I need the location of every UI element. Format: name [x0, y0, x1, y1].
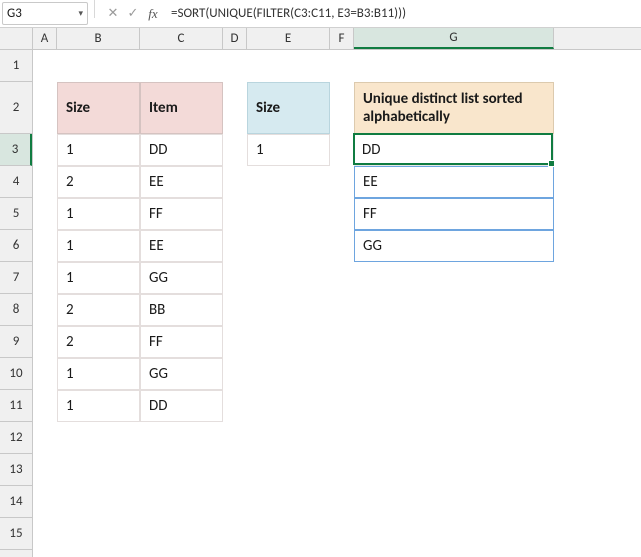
cell-B4[interactable]: 2 [57, 166, 140, 198]
col-header-D[interactable]: D [223, 28, 247, 49]
cell-G4[interactable]: EE [354, 166, 554, 198]
cell-C7[interactable]: GG [140, 262, 223, 294]
column-headers: ABCDEFG [33, 28, 641, 50]
row-header-13[interactable]: 13 [0, 454, 32, 486]
row-header-5[interactable]: 5 [0, 198, 32, 230]
cell-C6[interactable]: EE [140, 230, 223, 262]
row-header-14[interactable]: 14 [0, 486, 32, 518]
cell-B3[interactable]: 1 [57, 134, 140, 166]
confirm-icon[interactable]: ✓ [123, 3, 143, 25]
cancel-icon[interactable]: ✕ [103, 3, 123, 25]
cell-C3[interactable]: DD [140, 134, 223, 166]
formula-input[interactable]: =SORT(UNIQUE(FILTER(C3:C11, E3=B3:B11))) [165, 0, 641, 27]
row-header-12[interactable]: 12 [0, 422, 32, 454]
cell-B6[interactable]: 1 [57, 230, 140, 262]
col-header-G[interactable]: G [354, 28, 554, 49]
header-item[interactable]: Item [140, 82, 223, 134]
row-header-8[interactable]: 8 [0, 294, 32, 326]
name-box[interactable]: G3 ▾ [2, 2, 88, 25]
cell-C8[interactable]: BB [140, 294, 223, 326]
row-header-11[interactable]: 11 [0, 390, 32, 422]
header-unique[interactable]: Unique distinct list sorted alphabetical… [354, 82, 554, 134]
cell-C4[interactable]: EE [140, 166, 223, 198]
row-header-6[interactable]: 6 [0, 230, 32, 262]
cell-C11[interactable]: DD [140, 390, 223, 422]
cell-B11[interactable]: 1 [57, 390, 140, 422]
spreadsheet-app: G3 ▾ ✕ ✓ fx =SORT(UNIQUE(FILTER(C3:C11, … [0, 0, 641, 557]
cell-G5[interactable]: FF [354, 198, 554, 230]
cells-area[interactable]: SizeItemSizeUnique distinct list sorted … [33, 50, 641, 557]
name-box-value: G3 [7, 6, 22, 21]
formula-bar: G3 ▾ ✕ ✓ fx =SORT(UNIQUE(FILTER(C3:C11, … [0, 0, 641, 28]
header-size-e[interactable]: Size [247, 82, 330, 134]
fx-icon[interactable]: fx [143, 3, 163, 25]
cell-G6[interactable]: GG [354, 230, 554, 262]
cell-B9[interactable]: 2 [57, 326, 140, 358]
col-header-E[interactable]: E [247, 28, 330, 49]
row-header-15[interactable]: 15 [0, 518, 32, 550]
chevron-down-icon[interactable]: ▾ [78, 8, 83, 19]
select-all-corner[interactable] [0, 28, 33, 50]
cell-G3[interactable]: DD [354, 134, 554, 166]
row-header-3[interactable]: 3 [0, 134, 32, 166]
row-header-4[interactable]: 4 [0, 166, 32, 198]
cell-C10[interactable]: GG [140, 358, 223, 390]
row-header-7[interactable]: 7 [0, 262, 32, 294]
separator [94, 0, 95, 18]
col-header-C[interactable]: C [140, 28, 223, 49]
cell-C5[interactable]: FF [140, 198, 223, 230]
row-headers: 12345678910111213141516 [0, 50, 33, 557]
cell-B5[interactable]: 1 [57, 198, 140, 230]
cell-E3[interactable]: 1 [247, 134, 330, 166]
formula-controls: ✕ ✓ fx [101, 0, 165, 27]
grid: ABCDEFG 12345678910111213141516 SizeItem… [0, 28, 641, 557]
row-header-16[interactable]: 16 [0, 550, 32, 557]
row-header-9[interactable]: 9 [0, 326, 32, 358]
col-header-F[interactable]: F [330, 28, 354, 49]
row-header-2[interactable]: 2 [0, 82, 32, 134]
col-header-B[interactable]: B [57, 28, 140, 49]
cell-B7[interactable]: 1 [57, 262, 140, 294]
cell-B10[interactable]: 1 [57, 358, 140, 390]
formula-text: =SORT(UNIQUE(FILTER(C3:C11, E3=B3:B11))) [171, 6, 406, 21]
cell-B8[interactable]: 2 [57, 294, 140, 326]
row-header-1[interactable]: 1 [0, 50, 32, 82]
header-size-b[interactable]: Size [57, 82, 140, 134]
col-header-A[interactable]: A [33, 28, 57, 49]
row-header-10[interactable]: 10 [0, 358, 32, 390]
cell-C9[interactable]: FF [140, 326, 223, 358]
